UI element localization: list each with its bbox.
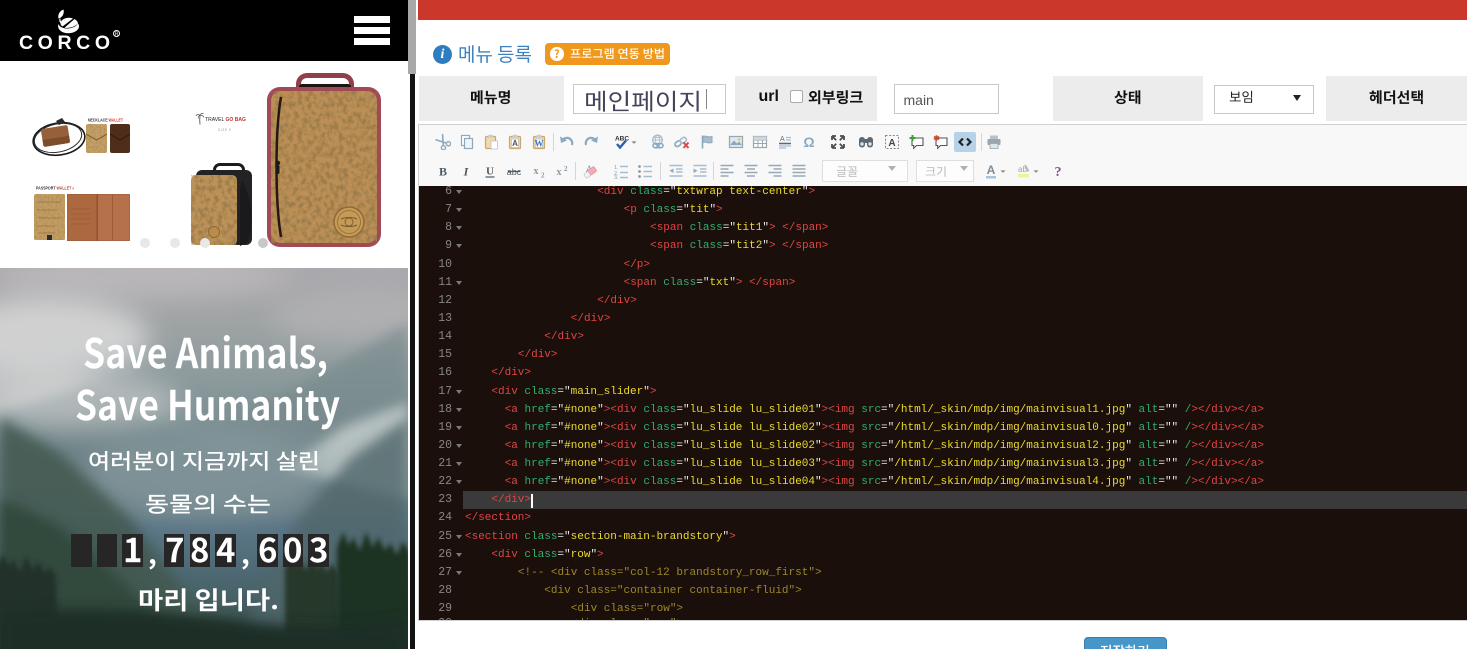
svg-text:?: ?: [1055, 165, 1062, 179]
svg-text:A: A: [780, 136, 785, 143]
svg-text:A: A: [888, 138, 895, 149]
svg-text:2: 2: [541, 172, 545, 180]
svg-text:3.: 3.: [614, 175, 619, 179]
svg-text:TRAVEL GO BAG: TRAVEL GO BAG: [205, 117, 246, 123]
svg-text:x: x: [557, 167, 562, 178]
svg-text:SIZE 9: SIZE 9: [218, 128, 231, 132]
svg-text:Ω: Ω: [803, 134, 814, 150]
svg-text:I: I: [463, 165, 470, 179]
svg-text:ABC: ABC: [615, 136, 629, 143]
svg-text:W: W: [535, 139, 544, 149]
svg-text:U: U: [486, 166, 494, 178]
svg-text:B: B: [439, 165, 447, 179]
svg-text:x: x: [534, 166, 539, 177]
svg-text:2: 2: [564, 165, 568, 173]
svg-text:A: A: [512, 139, 518, 148]
svg-text:R: R: [114, 32, 118, 38]
svg-text:NECKLACE WALLET: NECKLACE WALLET: [88, 117, 123, 122]
svg-text:A: A: [987, 163, 996, 177]
svg-text:PASSPORT WALLET v: PASSPORT WALLET v: [36, 186, 75, 191]
